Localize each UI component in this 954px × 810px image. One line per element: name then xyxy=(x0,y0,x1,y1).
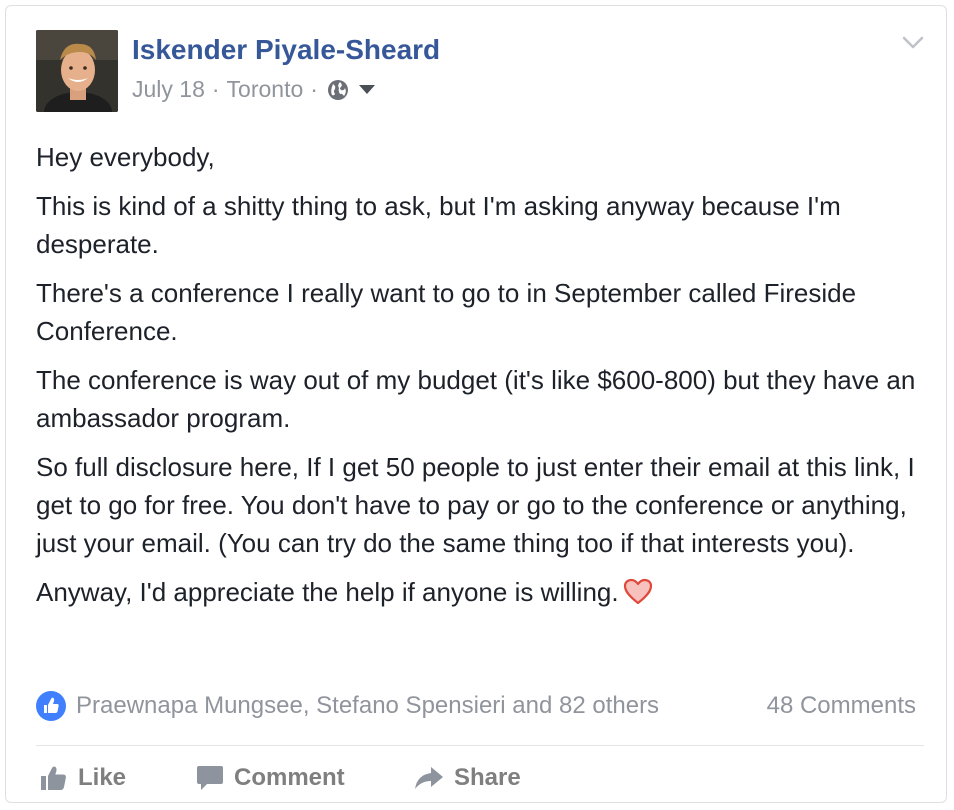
like-reaction-icon xyxy=(36,691,66,721)
share-arrow-icon xyxy=(415,767,443,789)
post-paragraph: There's a conference I really want to go… xyxy=(36,278,857,346)
avatar-photo xyxy=(36,30,118,112)
like-label: Like xyxy=(78,764,127,791)
post-card: Iskender Piyale-Sheard July 18 · Toronto… xyxy=(5,5,947,803)
share-button[interactable]: Share xyxy=(414,758,521,798)
post-header: Iskender Piyale-Sheard July 18 · Toronto… xyxy=(36,30,916,112)
action-bar: Like Comment Share xyxy=(36,758,916,798)
post-paragraph: Hey everybody, xyxy=(36,142,215,172)
reaction-names-link[interactable]: Praewnapa Mungsee, Stefano Spensieri and… xyxy=(76,692,659,720)
post-location[interactable]: Toronto xyxy=(227,76,304,103)
chevron-down-icon[interactable] xyxy=(902,36,924,50)
post-paragraph: So full disclosure here, If I get 50 peo… xyxy=(36,452,915,558)
post-meta: July 18 · Toronto · xyxy=(132,76,375,103)
reactions-bar: Praewnapa Mungsee, Stefano Spensieri and… xyxy=(36,688,916,724)
post-body: Hey everybody, This is kind of a shitty … xyxy=(36,138,921,622)
comment-label: Comment xyxy=(234,764,345,791)
meta-separator: · xyxy=(310,76,318,102)
post-paragraph-text: Anyway, I'd appreciate the help if anyon… xyxy=(36,577,619,607)
post-paragraph-last: Anyway, I'd appreciate the help if anyon… xyxy=(36,573,921,611)
author-avatar[interactable] xyxy=(36,30,118,112)
comment-icon xyxy=(197,766,223,790)
meta-separator: · xyxy=(211,76,220,102)
post-paragraph: This is kind of a shitty thing to ask, b… xyxy=(36,191,841,259)
author-name[interactable]: Iskender Piyale-Sheard xyxy=(132,34,440,66)
thumbs-up-icon xyxy=(41,766,66,790)
post-paragraph: The conference is way out of my budget (… xyxy=(36,365,916,433)
heart-icon xyxy=(623,578,652,605)
actions-divider xyxy=(36,745,924,746)
privacy-dropdown-caret-icon[interactable] xyxy=(358,85,375,94)
like-button[interactable]: Like xyxy=(40,758,126,798)
comments-count-link[interactable]: 48 Comments xyxy=(767,692,916,720)
globe-icon xyxy=(327,79,348,100)
share-label: Share xyxy=(454,764,521,791)
comment-button[interactable]: Comment xyxy=(196,758,345,798)
post-date[interactable]: July 18 xyxy=(132,76,205,103)
